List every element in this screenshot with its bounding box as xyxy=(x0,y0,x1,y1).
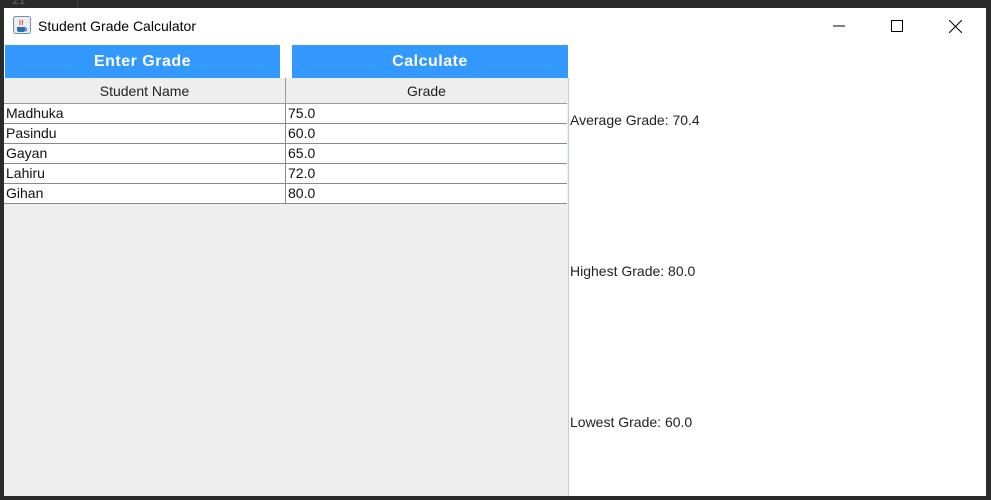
table-row[interactable]: Madhuka 75.0 xyxy=(4,104,567,124)
enter-grade-button[interactable]: Enter Grade xyxy=(5,45,280,78)
maximize-button[interactable] xyxy=(868,8,926,44)
table-row[interactable]: Pasindu 60.0 xyxy=(4,124,567,144)
grades-table-scrollpane[interactable]: Student Name Grade Madhuka 75.0 Pasindu … xyxy=(4,78,569,496)
maximize-icon xyxy=(891,20,903,32)
minimize-icon xyxy=(833,25,845,27)
ide-editor-background: 21 xyxy=(0,0,991,8)
editor-line-number: 21 xyxy=(12,0,26,7)
table-body: Madhuka 75.0 Pasindu 60.0 Gayan 65.0 Lah… xyxy=(4,104,567,204)
window-title: Student Grade Calculator xyxy=(38,18,196,34)
cell-student-name[interactable]: Pasindu xyxy=(4,124,286,143)
table-header: Student Name Grade xyxy=(4,78,567,104)
calculate-button[interactable]: Calculate xyxy=(292,45,568,78)
title-bar[interactable]: Student Grade Calculator xyxy=(4,8,986,44)
column-header-student-name[interactable]: Student Name xyxy=(4,78,286,103)
average-grade-label: Average Grade: 70.4 xyxy=(570,112,700,128)
table-row[interactable]: Gayan 65.0 xyxy=(4,144,567,164)
table-row[interactable]: Lahiru 72.0 xyxy=(4,164,567,184)
cell-student-name[interactable]: Madhuka xyxy=(4,104,286,123)
lowest-grade-label: Lowest Grade: 60.0 xyxy=(570,414,693,430)
close-icon xyxy=(948,19,962,33)
cell-grade[interactable]: 72.0 xyxy=(286,164,567,183)
cell-grade[interactable]: 75.0 xyxy=(286,104,567,123)
editor-gutter-divider xyxy=(77,0,78,8)
minimize-button[interactable] xyxy=(810,8,868,44)
cell-student-name[interactable]: Gayan xyxy=(4,144,286,163)
close-button[interactable] xyxy=(926,8,984,44)
cell-grade[interactable]: 80.0 xyxy=(286,184,567,203)
app-window: Student Grade Calculator Enter Grade Cal… xyxy=(4,8,986,496)
cell-grade[interactable]: 65.0 xyxy=(286,144,567,163)
java-coffee-cup-icon xyxy=(13,16,31,34)
highest-grade-label: Highest Grade: 80.0 xyxy=(570,263,696,279)
cell-student-name[interactable]: Lahiru xyxy=(4,164,286,183)
column-header-grade[interactable]: Grade xyxy=(286,78,567,103)
cell-student-name[interactable]: Gihan xyxy=(4,184,286,203)
cell-grade[interactable]: 60.0 xyxy=(286,124,567,143)
table-row[interactable]: Gihan 80.0 xyxy=(4,184,567,204)
